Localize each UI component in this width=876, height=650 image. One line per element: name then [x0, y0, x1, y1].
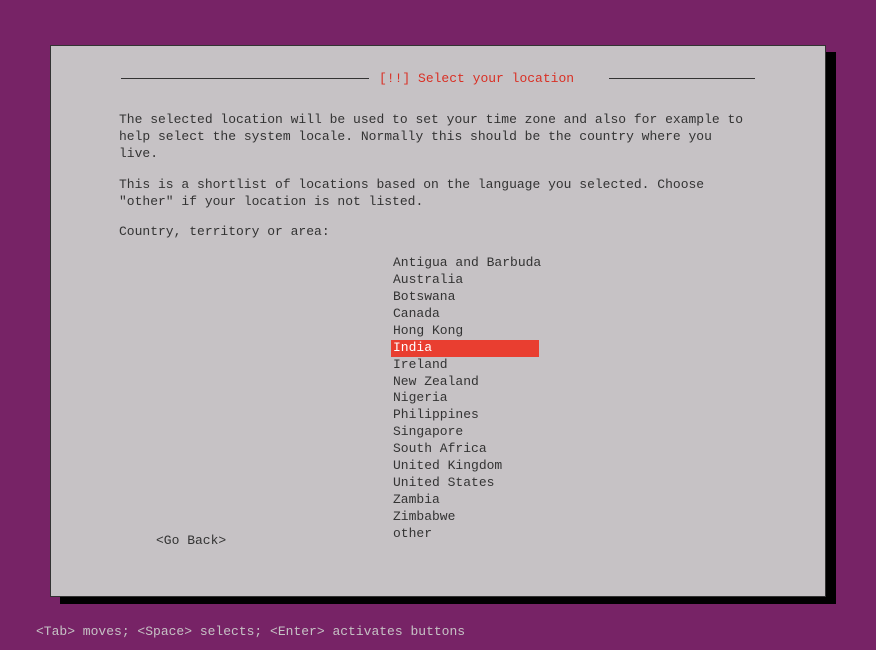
location-item[interactable]: India [391, 340, 539, 357]
instruction-paragraph-1: The selected location will be used to se… [119, 112, 757, 163]
prompt-label: Country, territory or area: [119, 224, 757, 241]
location-item[interactable]: Hong Kong [391, 323, 539, 340]
title-border-left [121, 78, 369, 79]
instruction-paragraph-2: This is a shortlist of locations based o… [119, 177, 757, 211]
location-item[interactable]: other [391, 526, 539, 543]
location-item[interactable]: Nigeria [391, 390, 539, 407]
location-item[interactable]: United States [391, 475, 539, 492]
go-back-button[interactable]: <Go Back> [156, 533, 226, 548]
location-item[interactable]: South Africa [391, 441, 539, 458]
location-item[interactable]: Zimbabwe [391, 509, 539, 526]
location-item[interactable]: Ireland [391, 357, 539, 374]
title-border-right [609, 78, 755, 79]
location-item[interactable]: Philippines [391, 407, 539, 424]
location-list: Antigua and BarbudaAustraliaBotswanaCana… [391, 255, 757, 542]
location-item[interactable]: Singapore [391, 424, 539, 441]
title-prefix: [!!] [379, 71, 410, 86]
location-item[interactable]: New Zealand [391, 374, 539, 391]
location-item[interactable]: Antigua and Barbuda [391, 255, 543, 272]
title-text: Select your location [418, 71, 574, 86]
dialog-title: [!!] Select your location [371, 71, 582, 86]
location-item[interactable]: Australia [391, 272, 539, 289]
dialog-content: The selected location will be used to se… [119, 112, 757, 542]
keyboard-hint: <Tab> moves; <Space> selects; <Enter> ac… [36, 624, 465, 639]
location-item[interactable]: Canada [391, 306, 539, 323]
location-dialog: [!!] Select your location The selected l… [50, 45, 826, 597]
location-item[interactable]: Botswana [391, 289, 539, 306]
location-item[interactable]: United Kingdom [391, 458, 539, 475]
location-item[interactable]: Zambia [391, 492, 539, 509]
